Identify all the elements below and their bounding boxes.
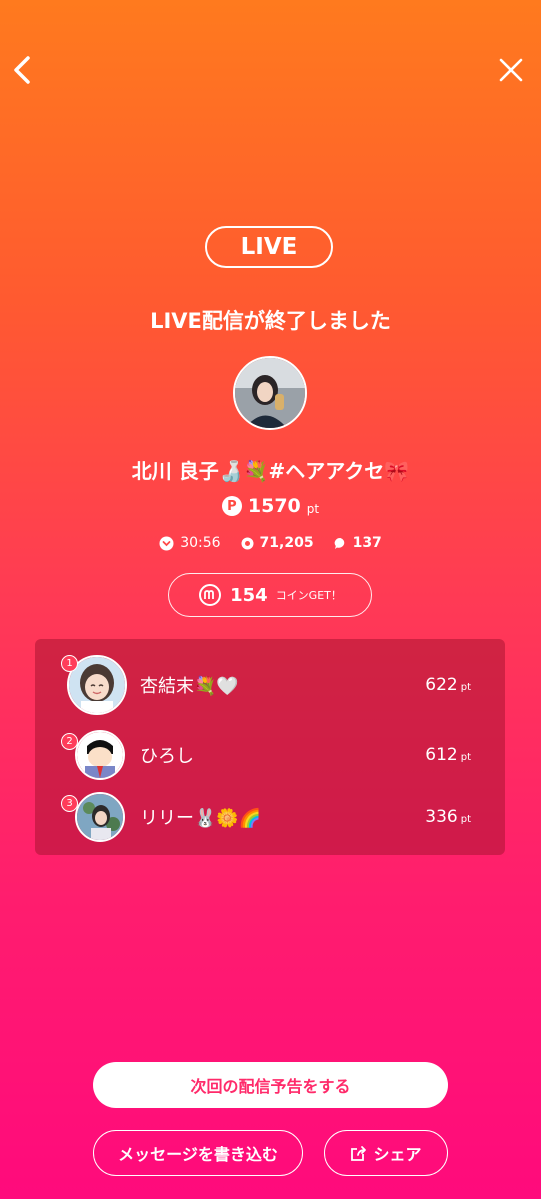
streamer-name: 北川 良子🍶💐#ヘアアクセ🎀 bbox=[131, 459, 410, 483]
back-button[interactable] bbox=[2, 50, 42, 90]
share-icon bbox=[351, 1145, 367, 1161]
ranker-points: 336 pt bbox=[425, 807, 471, 827]
rank-number: 2 bbox=[61, 733, 78, 750]
viewers-value: 71,205 bbox=[259, 535, 314, 551]
streamer-points: P 1570 pt bbox=[0, 495, 541, 517]
schedule-next-stream-button[interactable]: 次回の配信予告をする bbox=[93, 1062, 448, 1108]
clock-icon bbox=[159, 536, 174, 550]
ranker-points: 612 pt bbox=[425, 745, 471, 765]
ranker-points-value: 336 bbox=[425, 807, 458, 827]
points-value: 1570 bbox=[247, 495, 301, 517]
rank-number: 3 bbox=[61, 795, 78, 812]
ranker-name: 杏結末💐🤍 bbox=[140, 676, 239, 697]
ranking-row[interactable]: 2 ひろし 612 pt bbox=[35, 725, 505, 785]
ranker-avatar bbox=[75, 792, 125, 842]
duration-value: 30:56 bbox=[180, 535, 221, 551]
ranker-avatar bbox=[75, 730, 125, 780]
share-label: シェア bbox=[373, 1145, 422, 1164]
live-badge: LIVE bbox=[205, 226, 333, 268]
streamer-avatar[interactable] bbox=[233, 356, 307, 430]
comments-value: 137 bbox=[352, 535, 382, 551]
stream-ended-message: LIVE配信が終了しました bbox=[150, 309, 391, 333]
comments-stat: 137 bbox=[334, 535, 382, 551]
ranker-points-unit: pt bbox=[460, 682, 471, 693]
close-icon bbox=[499, 58, 523, 82]
write-message-label: メッセージを書き込む bbox=[118, 1145, 278, 1164]
avatar-image bbox=[235, 358, 305, 428]
ranker-points-unit: pt bbox=[460, 752, 471, 763]
eye-icon bbox=[241, 537, 254, 549]
points-icon: P bbox=[221, 496, 242, 516]
rank-number: 1 bbox=[61, 655, 78, 672]
ranker-points: 622 pt bbox=[425, 675, 471, 695]
gift-ranking: 1 杏結末💐🤍 622 pt 2 ひろし 612 pt 3 リリー🐰🌼🌈 336… bbox=[35, 639, 505, 855]
ranking-row[interactable]: 1 杏結末💐🤍 622 pt bbox=[35, 655, 505, 715]
ranker-points-value: 612 bbox=[425, 745, 458, 765]
write-message-button[interactable]: メッセージを書き込む bbox=[93, 1130, 303, 1176]
ranker-name: リリー🐰🌼🌈 bbox=[140, 808, 262, 829]
close-button[interactable] bbox=[491, 50, 531, 90]
stream-stats: 30:56 71,205 137 bbox=[0, 535, 541, 551]
duration-stat: 30:56 bbox=[159, 535, 221, 551]
viewers-stat: 71,205 bbox=[241, 535, 314, 551]
coin-label: コインGET！ bbox=[275, 589, 342, 602]
comment-icon bbox=[334, 537, 344, 549]
coin-amount: 154 bbox=[230, 584, 268, 606]
ranker-points-unit: pt bbox=[460, 814, 471, 825]
share-button[interactable]: シェア bbox=[324, 1130, 448, 1176]
points-unit: pt bbox=[306, 501, 320, 516]
chevron-left-icon bbox=[14, 56, 30, 84]
coin-get-button[interactable]: 154 コインGET！ bbox=[168, 573, 372, 617]
ranking-row[interactable]: 3 リリー🐰🌼🌈 336 pt bbox=[35, 787, 505, 847]
coin-icon bbox=[199, 584, 222, 606]
ranker-name: ひろし bbox=[140, 746, 194, 767]
ranker-points-value: 622 bbox=[425, 675, 458, 695]
